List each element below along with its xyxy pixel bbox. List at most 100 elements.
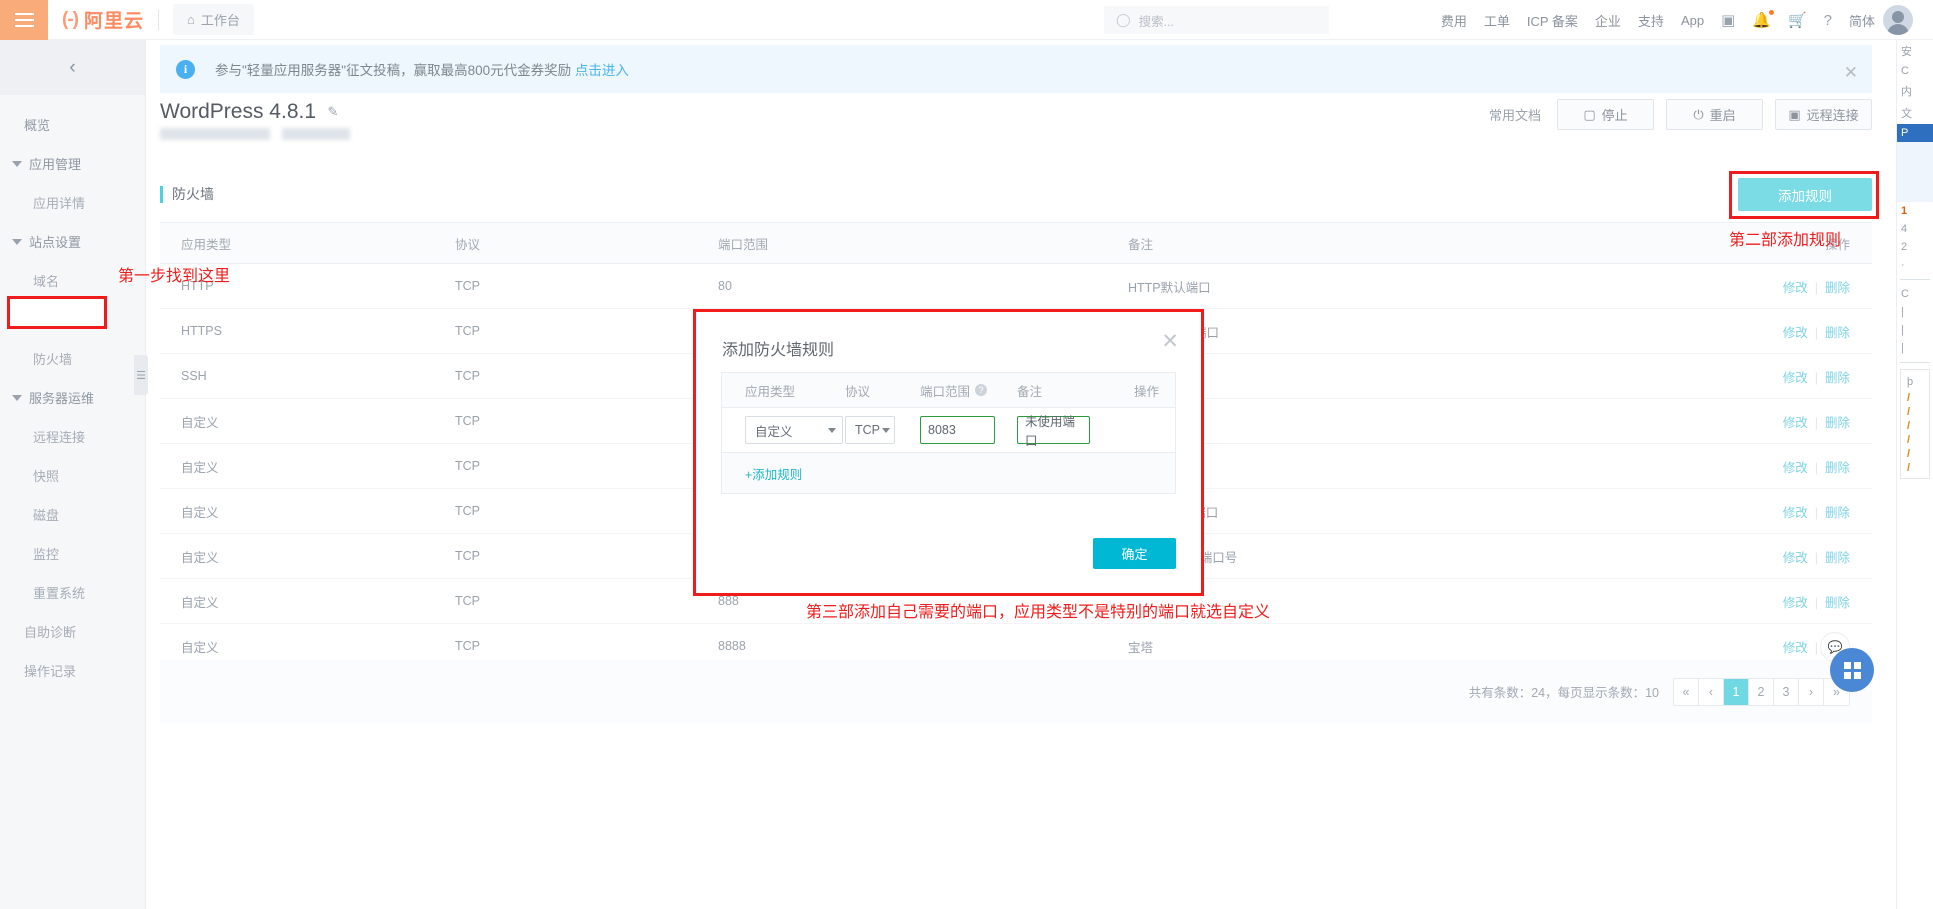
nav-support[interactable]: 支持 — [1638, 11, 1664, 30]
right-panel-line: þ — [1907, 376, 1914, 388]
avatar[interactable] — [1883, 5, 1913, 35]
menu-toggle-button[interactable] — [0, 0, 48, 40]
dialog-add-rule-link[interactable]: +添加规则 — [745, 464, 802, 483]
divider: | — [1814, 640, 1818, 655]
delete-link[interactable]: 删除 — [1825, 416, 1850, 430]
sidebar-group-site-settings[interactable]: 站点设置 — [0, 222, 145, 261]
dialog-col-remark: 备注 — [1017, 384, 1043, 399]
edit-link[interactable]: 修改 — [1783, 551, 1808, 565]
sidebar-item-remote-connect[interactable]: 远程连接 — [0, 417, 145, 456]
dialog-col-port-range: 端口范围 ? — [920, 381, 1017, 400]
edit-link[interactable]: 修改 — [1783, 416, 1808, 430]
question-icon[interactable]: ? — [975, 384, 988, 396]
sidebar-item-firewall[interactable]: 防火墙 — [0, 339, 145, 378]
page-1-button[interactable]: 1 — [1724, 678, 1749, 705]
sidebar-item-monitor[interactable]: 监控 — [0, 534, 145, 573]
page-prev-button[interactable]: ‹ — [1699, 678, 1724, 705]
workbench-link[interactable]: ⌂ 工作台 — [173, 4, 254, 35]
stop-button[interactable]: ▢ 停止 — [1557, 99, 1654, 130]
delete-link[interactable]: 删除 — [1825, 371, 1850, 385]
protocol-select[interactable]: TCP — [845, 416, 895, 444]
sidebar-collapse-button[interactable]: ‹ — [0, 40, 145, 95]
avatar-head — [1892, 11, 1904, 23]
apps-grid-icon[interactable] — [1830, 648, 1874, 692]
nav-enterprise[interactable]: 企业 — [1595, 11, 1621, 30]
nav-app[interactable]: App — [1681, 13, 1704, 28]
sidebar-resize-handle[interactable]: ☰ — [134, 355, 148, 395]
cell-app-type: 自定义 — [181, 595, 219, 610]
delete-link[interactable]: 删除 — [1825, 596, 1850, 610]
delete-link[interactable]: 删除 — [1825, 551, 1850, 565]
nav-fees[interactable]: 费用 — [1441, 11, 1467, 30]
page-2-button[interactable]: 2 — [1749, 678, 1774, 705]
port-range-input[interactable]: 8083 — [920, 416, 995, 444]
delete-link[interactable]: 删除 — [1825, 506, 1850, 520]
edit-link[interactable]: 修改 — [1783, 371, 1808, 385]
sidebar-item-operation-log[interactable]: 操作记录 — [0, 651, 145, 690]
edit-link[interactable]: 修改 — [1783, 506, 1808, 520]
right-panel-path: / — [1907, 448, 1911, 460]
cart-icon[interactable]: 🛒 — [1788, 11, 1807, 29]
sidebar-item-overview[interactable]: 概览 — [0, 105, 145, 144]
page-first-button[interactable]: « — [1674, 678, 1699, 705]
edit-link[interactable]: 修改 — [1783, 281, 1808, 295]
language-switch[interactable]: 简体 — [1849, 11, 1875, 30]
divider: | — [1814, 460, 1818, 475]
promo-message: 参与"轻量应用服务器"征文投稿，赢取最高800元代金券奖励 — [215, 63, 575, 78]
right-panel-line: 文 — [1901, 108, 1912, 120]
right-panel-path: / — [1907, 462, 1911, 474]
sidebar-item-snapshot[interactable]: 快照 — [0, 456, 145, 495]
search-icon: ◯ — [1116, 12, 1131, 27]
delete-link[interactable]: 删除 — [1825, 281, 1850, 295]
right-side-panel: 安 C 内 文 P 1 4 2 · C | | | þ / / / / / / — [1896, 40, 1933, 909]
delete-link[interactable]: 删除 — [1825, 326, 1850, 340]
divider: | — [1814, 415, 1818, 430]
restart-button[interactable]: ⏻ 重启 — [1666, 99, 1763, 130]
cell-app-type: 自定义 — [181, 640, 219, 655]
top-navigation: 费用 工单 ICP 备案 企业 支持 App ▣ 🔔 🛒 ? 简体 — [1441, 0, 1875, 40]
remote-connect-button[interactable]: ▣ 远程连接 — [1775, 99, 1872, 130]
terminal-icon[interactable]: ▣ — [1721, 11, 1735, 29]
right-panel-line: | — [1901, 306, 1904, 318]
sidebar-group-app-management[interactable]: 应用管理 — [0, 144, 145, 183]
cell-app-type: 自定义 — [181, 415, 219, 430]
notification-dot — [1768, 10, 1774, 15]
sidebar-item-reset-system[interactable]: 重置系统 — [0, 573, 145, 612]
page-next-button[interactable]: › — [1799, 678, 1824, 705]
cell-port: 8888 — [718, 639, 746, 653]
app-type-select[interactable]: 自定义 — [745, 416, 843, 444]
search-input[interactable]: ◯ 搜索... — [1104, 6, 1329, 34]
close-icon[interactable]: ✕ — [1161, 331, 1179, 352]
promo-link[interactable]: 点击进入 — [575, 63, 629, 78]
sidebar-group-server-ops[interactable]: 服务器运维 — [0, 378, 145, 417]
sidebar-item-app-detail[interactable]: 应用详情 — [0, 183, 145, 222]
cell-protocol: TCP — [455, 324, 480, 338]
nav-tickets[interactable]: 工单 — [1484, 11, 1510, 30]
sidebar-item-self-diagnosis[interactable]: 自助诊断 — [0, 612, 145, 651]
add-rule-button[interactable]: 添加规则 — [1738, 178, 1872, 211]
delete-link[interactable]: 删除 — [1825, 461, 1850, 475]
close-icon[interactable]: ✕ — [1844, 63, 1858, 83]
bell-icon[interactable]: 🔔 — [1752, 10, 1774, 29]
page-3-button[interactable]: 3 — [1774, 678, 1799, 705]
brand-logo[interactable]: (-) 阿里云 — [62, 6, 144, 33]
cell-remark: 宝塔 — [1128, 640, 1154, 655]
pencil-icon[interactable]: ✎ — [327, 104, 338, 120]
sidebar-item-disk[interactable]: 磁盘 — [0, 495, 145, 534]
grid-cell — [1843, 661, 1851, 669]
home-icon: ⌂ — [187, 12, 195, 27]
edit-link[interactable]: 修改 — [1783, 326, 1808, 340]
nav-icp[interactable]: ICP 备案 — [1527, 11, 1578, 30]
grid-cell — [1843, 671, 1851, 679]
cell-actions: 修改 | 删除 — [1538, 502, 1872, 521]
edit-link[interactable]: 修改 — [1783, 596, 1808, 610]
cell-protocol: TCP — [455, 504, 480, 518]
dialog-title: 添加防火墙规则 — [722, 342, 835, 359]
dialog-table-footer: +添加规则 — [722, 453, 1175, 493]
help-icon[interactable]: ? — [1824, 12, 1832, 29]
common-docs-link[interactable]: 常用文档 — [1489, 105, 1541, 124]
remark-input[interactable]: 未使用端口 — [1017, 415, 1090, 448]
confirm-button[interactable]: 确定 — [1093, 538, 1176, 569]
edit-link[interactable]: 修改 — [1783, 641, 1808, 655]
edit-link[interactable]: 修改 — [1783, 461, 1808, 475]
